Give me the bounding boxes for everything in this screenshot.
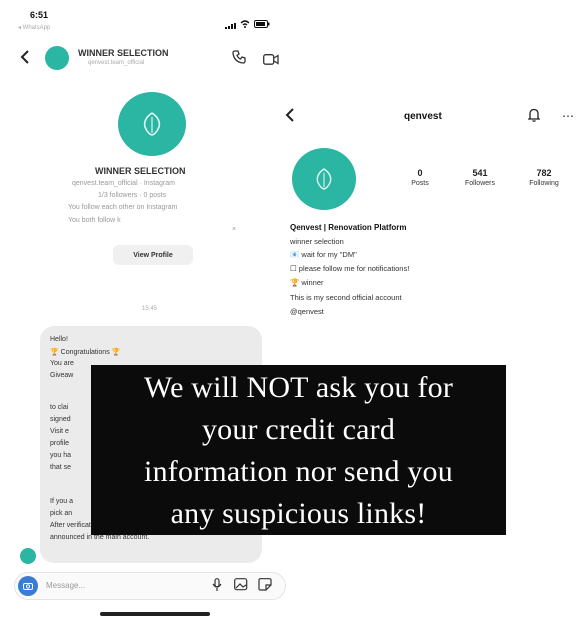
view-profile-label: View Profile (133, 251, 173, 259)
followers-label: Followers (465, 180, 495, 187)
chat-timestamp: 15:45 (142, 306, 158, 312)
posts-stat[interactable]: 0 Posts (398, 168, 442, 187)
bio-line: This is my second official account (290, 293, 402, 302)
ig-profile-avatar[interactable] (292, 148, 356, 210)
back-to-app-link[interactable]: ◂ WhatsApp (18, 24, 50, 31)
leaf-logo-icon (143, 112, 161, 136)
notification-bell-icon[interactable] (527, 108, 541, 122)
bio-mention-link[interactable]: @qenvest (290, 307, 324, 316)
overlay-line: any suspicious links! (170, 497, 427, 530)
ig-back-chevron-icon[interactable] (285, 108, 295, 122)
bio-name: Qenvest | Renovation Platform (290, 223, 407, 232)
posts-label: Posts (411, 180, 429, 187)
message-line: If you a (50, 498, 73, 505)
chat-header-username: qenvest.team_official (88, 60, 145, 66)
message-line: profile (50, 440, 70, 447)
message-line: Visit e (50, 428, 69, 435)
chat-avatar[interactable] (45, 46, 69, 70)
chat-profile-avatar[interactable] (118, 92, 186, 156)
wifi-icon (240, 15, 250, 28)
view-profile-button[interactable]: View Profile (113, 245, 193, 265)
message-line: pick an (50, 510, 73, 517)
message-line: Hello! (50, 336, 68, 343)
message-line: that se (50, 464, 72, 471)
sender-avatar[interactable] (20, 548, 36, 564)
home-indicator (100, 612, 210, 616)
chat-profile-name: WINNER SELECTION (95, 166, 186, 176)
microphone-icon[interactable] (212, 578, 222, 592)
back-chevron-icon[interactable] (20, 50, 30, 64)
bio-line: 📧 wait for my "DM" (290, 250, 357, 259)
bio-line: 🏆 winner (290, 278, 324, 287)
chat-profile-meta: qenvest.team_official · Instagram (72, 180, 175, 187)
camera-icon[interactable] (18, 576, 38, 596)
message-line: signed (50, 416, 71, 423)
message-line: you ha (50, 452, 72, 459)
sticker-icon[interactable] (258, 578, 272, 591)
status-time: 6:51 (30, 10, 49, 20)
leaf-logo-icon (316, 168, 332, 190)
chat-profile-meta: You follow each other on Instagram (68, 204, 178, 211)
message-input[interactable]: Message... (46, 581, 85, 590)
message-line: to clai (50, 404, 69, 411)
following-stat[interactable]: 782 Following (516, 168, 572, 187)
signal-icon (225, 16, 237, 29)
battery-icon (254, 15, 270, 28)
followers-stat[interactable]: 541 Followers (452, 168, 508, 187)
message-line: You are (50, 360, 74, 367)
overlay-line: We will NOT ask you for (143, 371, 454, 404)
posts-count: 0 (417, 168, 423, 178)
warning-caption-overlay: We will NOT ask you for your credit card… (91, 365, 506, 535)
message-line: announced in the main account. (50, 534, 150, 541)
overlay-line: information nor send you (144, 455, 453, 488)
gallery-icon[interactable] (234, 578, 248, 591)
following-count: 782 (536, 168, 552, 178)
bio-line: winner selection (290, 237, 344, 246)
video-call-icon[interactable] (263, 52, 279, 65)
bio-line: ☐ please follow me for notifications! (290, 264, 410, 273)
overlay-line: your credit card (201, 413, 396, 446)
message-line: Giveaw (50, 372, 74, 379)
chat-profile-meta: You both follow k (68, 217, 121, 224)
phone-icon[interactable] (232, 50, 246, 64)
chat-profile-meta: × (232, 226, 237, 233)
chat-header-name[interactable]: WINNER SELECTION (78, 48, 169, 58)
followers-count: 541 (472, 168, 488, 178)
chat-profile-meta: 1/3 followers · 0 posts (98, 192, 167, 199)
ig-username: qenvest (404, 111, 442, 122)
more-options-icon[interactable]: ⋯ (562, 110, 574, 122)
following-label: Following (529, 180, 559, 187)
message-line: 🏆 Congratulations 🏆 (50, 349, 121, 356)
